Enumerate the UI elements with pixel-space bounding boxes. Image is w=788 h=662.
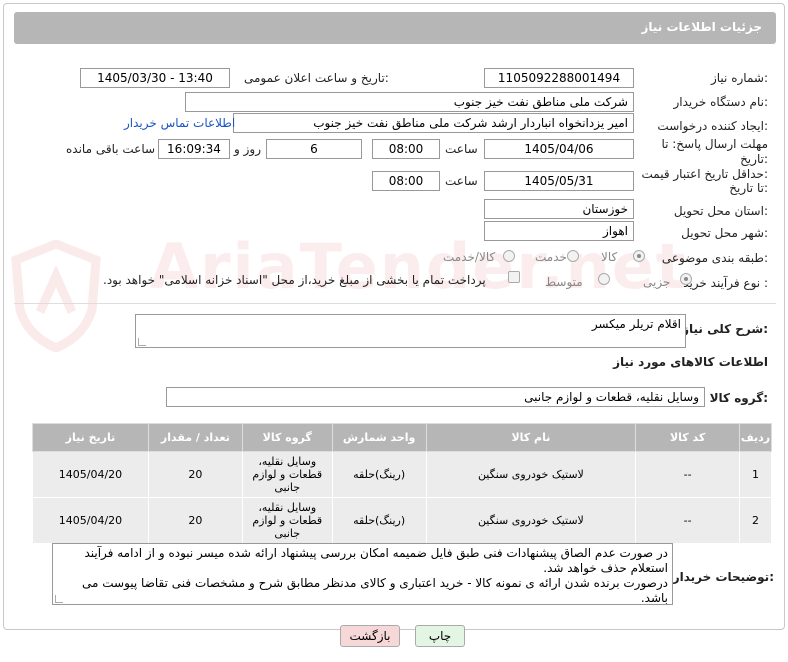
resize-handle[interactable]	[55, 595, 63, 603]
col-need-date: تاریخ نیاز	[32, 423, 149, 452]
deadline-label-1: مهلت ارسال پاسخ: تا	[661, 137, 768, 151]
remaining-time-label: ساعت باقی مانده	[66, 142, 156, 156]
page-header: جزئیات اطلاعات نیاز	[14, 12, 776, 44]
deadline-time-label: ساعت	[445, 142, 478, 156]
deadline-time-field: 08:00	[372, 139, 440, 159]
validity-time-field: 08:00	[372, 171, 440, 191]
goods-section-title: اطلاعات کالاهای مورد نیاز	[613, 355, 768, 369]
resize-handle[interactable]	[138, 338, 146, 346]
cell-unit: (رینگ)حلقه	[331, 497, 427, 544]
remaining-time-field: 16:09:34	[158, 139, 230, 159]
cell-quantity: 20	[147, 497, 243, 544]
cell-goods-code: --	[635, 451, 741, 498]
buyer-org-field: شرکت ملی مناطق نفت خیز جنوب	[185, 92, 634, 112]
divider	[14, 303, 776, 304]
province-label: استان محل تحویل:	[673, 204, 768, 218]
days-field: 6	[266, 139, 362, 159]
cell-row-number: 2	[739, 497, 772, 544]
process-option-medium: متوسط	[545, 275, 583, 289]
city-label: شهر محل تحویل:	[681, 226, 768, 240]
cell-need-date: 1405/04/20	[32, 451, 149, 498]
cell-goods-group: وسایل نقلیه، قطعات و لوازم جانبی	[241, 451, 333, 498]
goods-table: ردیف کد کالا نام کالا واحد شمارش گروه کا…	[32, 423, 772, 544]
treasury-payment-checkbox[interactable]	[508, 271, 520, 283]
buyer-org-label: نام دستگاه خریدار:	[673, 95, 769, 109]
buyer-notes-label: توضیحات خریدار:	[672, 570, 774, 584]
col-quantity: تعداد / مقدار	[147, 423, 243, 452]
cell-unit: (رینگ)حلقه	[331, 451, 427, 498]
requester-field: امیر یزدانخواه انباردار ارشد شرکت ملی من…	[233, 113, 634, 133]
category-option-goods-service: کالا/خدمت	[443, 250, 496, 264]
province-field: خوزستان	[484, 199, 634, 219]
requester-label: ایجاد کننده درخواست:	[657, 119, 768, 133]
treasury-payment-note: پرداخت تمام یا بخشی از مبلغ خرید،از محل …	[103, 273, 486, 287]
back-button[interactable]: بازگشت	[340, 625, 400, 647]
need-number-label: شماره نیاز:	[710, 71, 768, 85]
cell-goods-code: --	[635, 497, 741, 544]
goods-group-field: وسایل نقلیه، قطعات و لوازم جانبی	[166, 387, 705, 407]
validity-label-2: تا تاریخ:	[729, 181, 768, 195]
description-label: شرح کلی نیاز:	[682, 322, 768, 336]
buyer-notes-line-2: درصورت برنده شدن ارائه ی نمونه کالا - خر…	[81, 576, 668, 605]
announce-label: تاریخ و ساعت اعلان عمومی:	[244, 71, 389, 85]
deadline-label-2: تاریخ:	[740, 152, 768, 166]
validity-label-1: حداقل تاریخ اعتبار قیمت:	[641, 167, 768, 181]
table-header-row: ردیف کد کالا نام کالا واحد شمارش گروه کا…	[32, 423, 772, 452]
validity-date-field: 1405/05/31	[484, 171, 634, 191]
cell-goods-group: وسایل نقلیه، قطعات و لوازم جانبی	[241, 497, 333, 544]
col-unit: واحد شمارش	[331, 423, 427, 452]
description-textarea[interactable]: اقلام تریلر میکسر	[135, 314, 686, 348]
cell-row-number: 1	[739, 451, 772, 498]
page-title: جزئیات اطلاعات نیاز	[641, 20, 762, 34]
process-label: نوع فرآیند خرید :	[683, 276, 768, 290]
category-radio-service[interactable]	[567, 250, 579, 262]
announce-field: 1405/03/30 - 13:40	[80, 68, 230, 88]
table-row: 2 -- لاستیک خودروی سنگین (رینگ)حلقه وسای…	[32, 497, 772, 544]
category-radio-goods[interactable]	[633, 250, 645, 262]
buyer-notes-textarea[interactable]: در صورت عدم الصاق پیشنهادات فنی طبق فایل…	[52, 543, 673, 605]
col-goods-name: نام کالا	[425, 423, 637, 452]
goods-group-label: گروه کالا:	[709, 391, 768, 405]
col-goods-group: گروه کالا	[241, 423, 333, 452]
cell-goods-name: لاستیک خودروی سنگین	[425, 451, 637, 498]
days-label: روز و	[234, 142, 261, 156]
col-goods-code: کد کالا	[635, 423, 741, 452]
category-option-service: خدمت	[535, 250, 567, 264]
process-radio-medium[interactable]	[598, 273, 610, 285]
category-option-goods: کالا	[601, 250, 618, 264]
buyer-contact-link[interactable]: اطلاعات تماس خریدار	[124, 116, 235, 130]
cell-quantity: 20	[147, 451, 243, 498]
col-row-number: ردیف	[739, 423, 772, 452]
watermark-logo	[11, 240, 101, 352]
cell-need-date: 1405/04/20	[32, 497, 149, 544]
cell-goods-name: لاستیک خودروی سنگین	[425, 497, 637, 544]
description-text: اقلام تریلر میکسر	[591, 317, 681, 331]
category-radio-goods-service[interactable]	[503, 250, 515, 262]
category-label: طبقه بندی موضوعی:	[661, 251, 768, 265]
buyer-notes-line-1: در صورت عدم الصاق پیشنهادات فنی طبق فایل…	[84, 546, 668, 575]
city-field: اهواز	[484, 221, 634, 241]
process-option-minor: جزیی	[643, 275, 671, 289]
print-button[interactable]: چاپ	[415, 625, 465, 647]
table-row: 1 -- لاستیک خودروی سنگین (رینگ)حلقه وسای…	[32, 451, 772, 498]
process-radio-minor[interactable]	[680, 273, 692, 285]
validity-time-label: ساعت	[445, 174, 478, 188]
deadline-date-field: 1405/04/06	[484, 139, 634, 159]
need-number-field: 1105092288001494	[484, 68, 634, 88]
